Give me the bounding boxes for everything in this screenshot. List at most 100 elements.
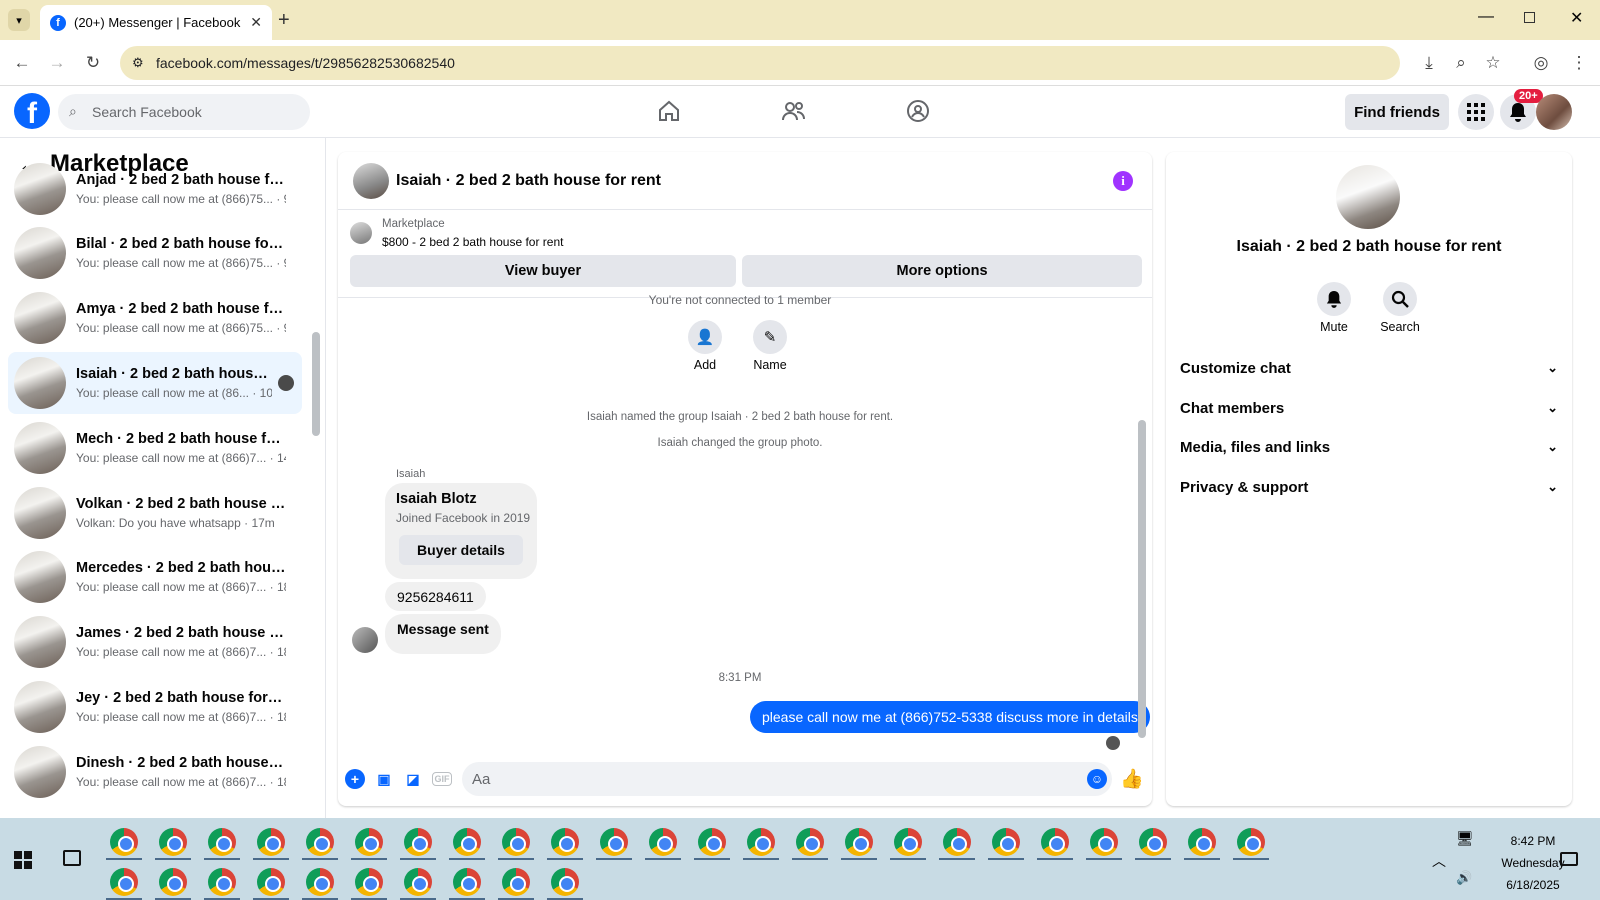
- chrome-taskbar-icon[interactable]: [306, 828, 334, 856]
- conversation-item[interactable]: Mech · 2 bed 2 bath house for r... You: p…: [8, 417, 302, 479]
- tab-close-icon[interactable]: ✕: [250, 14, 262, 31]
- conversation-item[interactable]: Dinesh · 2 bed 2 bath house for ... You: …: [8, 741, 302, 803]
- chrome-taskbar-icon[interactable]: [1090, 828, 1118, 856]
- conversation-item[interactable]: Volkan · 2 bed 2 bath house for ... Volka…: [8, 482, 302, 544]
- chrome-taskbar-icon[interactable]: [159, 828, 187, 856]
- chrome-taskbar-icon[interactable]: [208, 828, 236, 856]
- chrome-taskbar-icon[interactable]: [1188, 828, 1216, 856]
- menu-grid-icon[interactable]: [1458, 94, 1494, 130]
- chrome-taskbar-icon[interactable]: [600, 828, 628, 856]
- install-icon[interactable]: ⤓: [1418, 52, 1440, 74]
- add-member-icon[interactable]: 👤: [688, 320, 722, 354]
- chrome-taskbar-icon[interactable]: [110, 828, 138, 856]
- conversation-item[interactable]: Anjad · 2 bed 2 bath house for ... You: p…: [8, 158, 302, 220]
- chat-title[interactable]: Isaiah · 2 bed 2 bath house for rent: [396, 172, 661, 190]
- chrome-taskbar-icon[interactable]: [257, 828, 285, 856]
- chrome-taskbar-icon[interactable]: [1139, 828, 1167, 856]
- conversation-item[interactable]: Mercedes · 2 bed 2 bath house f... You: p…: [8, 546, 302, 608]
- new-tab-icon[interactable]: +: [278, 9, 290, 32]
- show-hidden-icons-icon[interactable]: ︿: [1432, 851, 1446, 871]
- chrome-taskbar-icon[interactable]: [159, 868, 187, 896]
- chrome-taskbar-icon[interactable]: [698, 828, 726, 856]
- message-input[interactable]: Aa ☺: [462, 762, 1112, 796]
- conversation-list-scrollbar[interactable]: [312, 332, 320, 436]
- more-options-button[interactable]: More options: [742, 255, 1142, 287]
- tab-search-icon[interactable]: ▾: [8, 9, 30, 31]
- reload-icon[interactable]: ↻: [82, 52, 104, 74]
- chrome-taskbar-icon[interactable]: [306, 868, 334, 896]
- window-close-icon[interactable]: ✕: [1570, 8, 1583, 28]
- chrome-taskbar-icon[interactable]: [796, 828, 824, 856]
- site-info-icon[interactable]: ⚙: [132, 55, 144, 71]
- facebook-logo[interactable]: f: [14, 93, 50, 129]
- conversation-item-active[interactable]: Isaiah · 2 bed 2 bath house fo... You: pl…: [8, 352, 302, 414]
- forward-icon[interactable]: →: [46, 52, 68, 74]
- conversation-item[interactable]: James · 2 bed 2 bath house for r... You: …: [8, 611, 302, 673]
- friends-icon[interactable]: [780, 97, 808, 125]
- chrome-taskbar-icon[interactable]: [355, 868, 383, 896]
- bookmark-star-icon[interactable]: ☆: [1482, 52, 1504, 74]
- conversation-item[interactable]: Bilal · 2 bed 2 bath house for rent You: …: [8, 222, 302, 284]
- thumbs-up-icon[interactable]: 👍: [1120, 769, 1144, 790]
- view-buyer-button[interactable]: View buyer: [350, 255, 736, 287]
- task-view-icon[interactable]: [63, 850, 81, 866]
- notifications-center-icon[interactable]: [1560, 852, 1578, 866]
- chrome-taskbar-icon[interactable]: [208, 868, 236, 896]
- chat-scrollbar[interactable]: [1138, 420, 1146, 738]
- media-files-links-section[interactable]: Media, files and links ⌄: [1180, 429, 1558, 465]
- chrome-taskbar-icon[interactable]: [747, 828, 775, 856]
- back-icon[interactable]: ←: [11, 52, 33, 74]
- chrome-taskbar-icon[interactable]: [1237, 828, 1265, 856]
- facebook-search-input[interactable]: ⌕ Search Facebook: [58, 94, 310, 130]
- windows-start-icon[interactable]: [14, 851, 32, 869]
- photo-icon[interactable]: ▣: [374, 769, 394, 789]
- chrome-taskbar-icon[interactable]: [943, 828, 971, 856]
- search-chat-icon[interactable]: [1383, 282, 1417, 316]
- chrome-taskbar-icon[interactable]: [502, 868, 530, 896]
- profile-icon[interactable]: ◎: [1530, 52, 1552, 74]
- chrome-taskbar-icon[interactable]: [257, 868, 285, 896]
- gif-icon[interactable]: GIF: [432, 772, 452, 786]
- find-friends-button[interactable]: Find friends: [1345, 94, 1449, 130]
- buyer-details-button[interactable]: Buyer details: [399, 535, 523, 565]
- groups-icon[interactable]: [904, 97, 932, 125]
- chrome-taskbar-icon[interactable]: [110, 868, 138, 896]
- clock-date: 6/18/2025: [1506, 878, 1560, 892]
- chrome-taskbar-icon[interactable]: [649, 828, 677, 856]
- home-icon[interactable]: [655, 97, 683, 125]
- chrome-taskbar-icon[interactable]: [845, 828, 873, 856]
- chrome-taskbar-icon[interactable]: [404, 868, 432, 896]
- chrome-taskbar-icon[interactable]: [404, 828, 432, 856]
- volume-icon[interactable]: 🔊: [1456, 870, 1472, 886]
- chrome-taskbar-icon[interactable]: [453, 868, 481, 896]
- network-icon[interactable]: 🖥: [1456, 830, 1474, 847]
- chrome-taskbar-icon[interactable]: [502, 828, 530, 856]
- chrome-taskbar-icon[interactable]: [894, 828, 922, 856]
- edit-name-icon[interactable]: ✎: [753, 320, 787, 354]
- info-icon[interactable]: i: [1113, 171, 1133, 191]
- sticker-icon[interactable]: ◪: [403, 769, 423, 789]
- browser-tab[interactable]: f (20+) Messenger | Facebook ✕: [40, 5, 272, 40]
- listing-price-title[interactable]: $800 - 2 bed 2 bath house for rent: [382, 235, 563, 249]
- chrome-taskbar-icon[interactable]: [355, 828, 383, 856]
- restore-icon[interactable]: [1524, 12, 1535, 23]
- conversation-item[interactable]: Jey · 2 bed 2 bath house for rent You: pl…: [8, 676, 302, 738]
- chrome-taskbar-icon[interactable]: [453, 828, 481, 856]
- mute-bell-icon[interactable]: [1317, 282, 1351, 316]
- chat-members-section[interactable]: Chat members ⌄: [1180, 390, 1558, 426]
- chrome-taskbar-icon[interactable]: [1041, 828, 1069, 856]
- chat-avatar[interactable]: [353, 163, 389, 199]
- plus-icon[interactable]: +: [345, 769, 365, 789]
- menu-dots-icon[interactable]: ⋮: [1568, 52, 1590, 74]
- account-avatar[interactable]: [1536, 94, 1572, 130]
- chrome-taskbar-icon[interactable]: [551, 828, 579, 856]
- chrome-taskbar-icon[interactable]: [992, 828, 1020, 856]
- customize-chat-section[interactable]: Customize chat ⌄: [1180, 350, 1558, 386]
- privacy-support-section[interactable]: Privacy & support ⌄: [1180, 469, 1558, 505]
- address-bar[interactable]: ⚙ facebook.com/messages/t/29856282530682…: [120, 46, 1400, 80]
- emoji-icon[interactable]: ☺: [1087, 769, 1107, 789]
- chrome-taskbar-icon[interactable]: [551, 868, 579, 896]
- minimize-icon[interactable]: —: [1478, 8, 1494, 26]
- zoom-icon[interactable]: ⌕: [1450, 52, 1472, 74]
- conversation-item[interactable]: Amya · 2 bed 2 bath house for r... You: p…: [8, 287, 302, 349]
